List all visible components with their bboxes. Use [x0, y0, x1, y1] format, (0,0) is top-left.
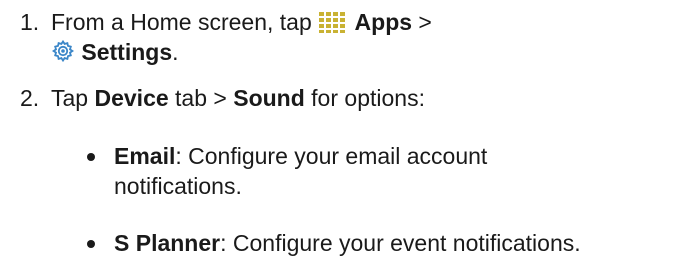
instructions-document: 1. From a Home screen, tap Apps > Settin… — [0, 0, 682, 278]
step-text-suffix: for options: — [304, 85, 425, 111]
bullet-text: S Planner: Configure your event notifica… — [114, 228, 581, 258]
bullet-dot — [87, 240, 95, 248]
settings-gear-icon — [51, 39, 75, 70]
step-text-prefix: From a Home screen, tap — [51, 9, 319, 35]
step-number: 2. — [20, 85, 40, 111]
settings-label: Settings — [81, 39, 173, 65]
sound-label: Sound — [233, 85, 305, 111]
device-label: Device — [94, 85, 169, 111]
bullet-term: S Planner — [114, 230, 221, 256]
bullet-text: Email: Configure your email account noti… — [114, 141, 487, 201]
step-text: From a Home screen, tap Apps > Settings. — [51, 7, 432, 67]
step-separator: > — [412, 9, 432, 35]
step-text-middle: tab > — [168, 85, 234, 111]
step-suffix: . — [172, 39, 179, 65]
bullet-dot — [87, 153, 95, 161]
step-number: 1. — [20, 9, 40, 35]
step-text: Tap Device tab > Sound for options: — [51, 83, 425, 113]
apps-grid-icon — [318, 10, 348, 40]
step-text-prefix: Tap — [51, 85, 95, 111]
bullet-description-continued: notifications. — [114, 173, 242, 199]
bullet-term: Email — [114, 143, 176, 169]
apps-label: Apps — [354, 9, 413, 35]
bullet-description: : Configure your event notifications. — [220, 230, 581, 256]
bullet-description: : Configure your email account — [175, 143, 488, 169]
